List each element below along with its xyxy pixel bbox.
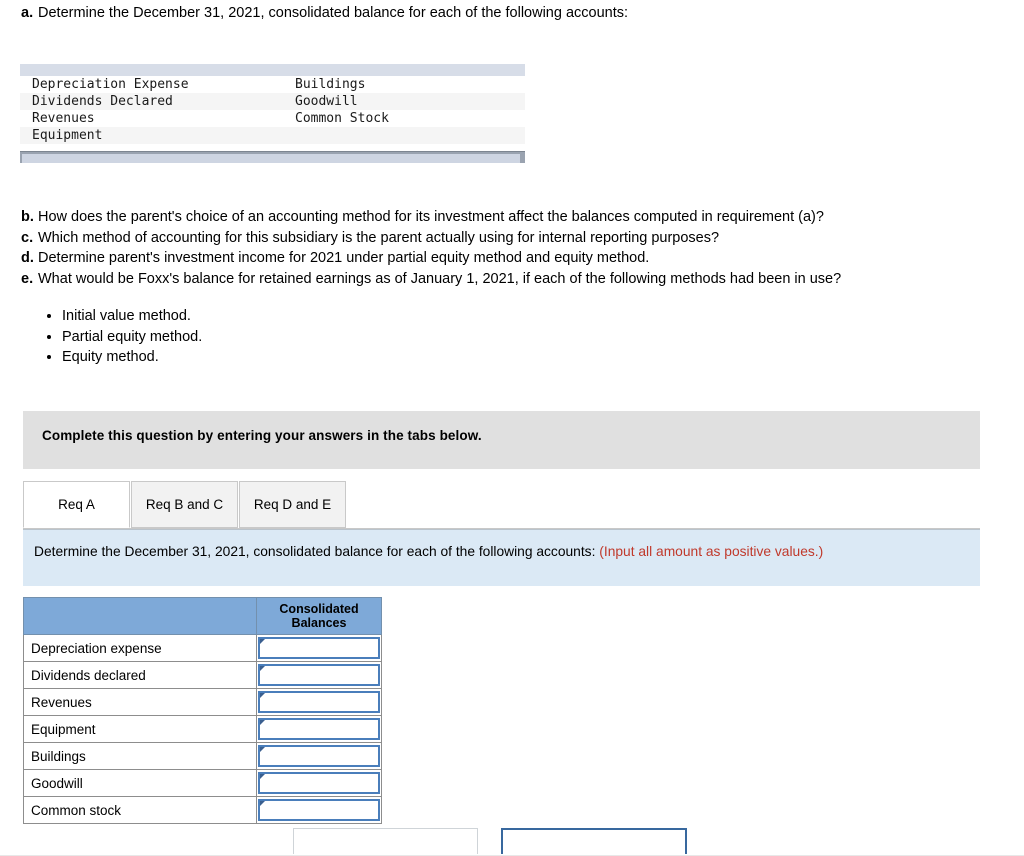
- amount-input-goodwill[interactable]: [258, 772, 380, 794]
- table-row: Revenues: [23, 688, 382, 716]
- account-name-col2: Goodwill: [295, 94, 358, 109]
- table-row: Depreciation expense: [23, 634, 382, 662]
- cell-marker-icon: [260, 720, 265, 725]
- row-input-cell-depreciation-expense[interactable]: [256, 634, 382, 662]
- cell-marker-icon: [260, 774, 265, 779]
- amount-input-equipment[interactable]: [258, 718, 380, 740]
- table-row: Equipment: [23, 715, 382, 743]
- horizontal-scrollbar[interactable]: [20, 151, 525, 163]
- accounts-table-row: Revenues Common Stock: [20, 110, 525, 127]
- consolidated-balances-table: Consolidated Balances Depreciation expen…: [23, 597, 382, 824]
- tab-req-a[interactable]: Req A: [23, 481, 130, 528]
- list-item: Initial value method.: [62, 306, 202, 327]
- amount-input-buildings[interactable]: [258, 745, 380, 767]
- header-line-2: Balances: [291, 616, 347, 630]
- row-label-dividends-declared: Dividends declared: [23, 661, 257, 689]
- tab-req-b-and-c[interactable]: Req B and C: [131, 481, 238, 528]
- requirement-tabs: Req A Req B and C Req D and E: [23, 481, 980, 529]
- row-input-cell-goodwill[interactable]: [256, 769, 382, 797]
- row-input-cell-buildings[interactable]: [256, 742, 382, 770]
- amount-input-revenues[interactable]: [258, 691, 380, 713]
- requirement-c-line: c. Which method of accounting for this su…: [21, 228, 1016, 249]
- cell-marker-icon: [260, 666, 265, 671]
- row-label-revenues: Revenues: [23, 688, 257, 716]
- complete-question-banner: Complete this question by entering your …: [23, 411, 980, 469]
- table-row: Buildings: [23, 742, 382, 770]
- row-input-cell-revenues[interactable]: [256, 688, 382, 716]
- list-item: Partial equity method.: [62, 327, 202, 348]
- accounts-table-header-bar: [20, 64, 525, 76]
- account-name-col1: Depreciation Expense: [32, 77, 189, 92]
- table-header-row: Consolidated Balances: [23, 597, 382, 635]
- table-header: Consolidated Balances: [23, 597, 382, 635]
- row-label-equipment: Equipment: [23, 715, 257, 743]
- requirement-e-line: e. What would be Foxx's balance for retai…: [21, 269, 1016, 290]
- table-row: Common stock: [23, 796, 382, 824]
- row-input-cell-equipment[interactable]: [256, 715, 382, 743]
- header-line-1: Consolidated: [279, 602, 359, 616]
- requirement-d-line: d. Determine parent's investment income f…: [21, 248, 1016, 269]
- table-body: Depreciation expense Dividends declared …: [23, 634, 382, 824]
- header-consolidated-balances: Consolidated Balances: [256, 597, 382, 635]
- complete-question-banner-text: Complete this question by entering your …: [42, 428, 482, 443]
- row-label-depreciation-expense: Depreciation expense: [23, 634, 257, 662]
- row-label-buildings: Buildings: [23, 742, 257, 770]
- account-name-col2: Buildings: [295, 77, 366, 92]
- methods-bullet-list: Initial value method. Partial equity met…: [44, 306, 202, 368]
- account-name-col2: Common Stock: [295, 111, 389, 126]
- scrollbar-thumb[interactable]: [22, 154, 520, 163]
- row-label-common-stock: Common stock: [23, 796, 257, 824]
- requirement-b-line: b. How does the parent's choice of an acc…: [21, 207, 1016, 228]
- tab-req-d-and-e[interactable]: Req D and E: [239, 481, 346, 528]
- requirement-c-letter: c.: [21, 229, 34, 246]
- cell-marker-icon: [260, 747, 265, 752]
- cell-marker-icon: [260, 693, 265, 698]
- account-name-col1: Equipment: [32, 128, 103, 143]
- tab-instruction-main: Determine the December 31, 2021, consoli…: [34, 544, 596, 559]
- accounts-table-row: Dividends Declared Goodwill: [20, 93, 525, 110]
- amount-input-depreciation-expense[interactable]: [258, 637, 380, 659]
- requirement-e-text: What would be Foxx's balance for retaine…: [38, 270, 842, 287]
- row-input-cell-common-stock[interactable]: [256, 796, 382, 824]
- amount-input-common-stock[interactable]: [258, 799, 380, 821]
- accounts-table-row: Depreciation Expense Buildings: [20, 76, 525, 93]
- requirement-b-letter: b.: [21, 209, 34, 225]
- previous-button-partial[interactable]: [293, 828, 478, 854]
- requirement-a-letter: a.: [21, 5, 34, 21]
- list-item: Equity method.: [62, 347, 202, 368]
- accounts-table-row: Equipment: [20, 127, 525, 144]
- requirement-a-text: Determine the December 31, 2021, consoli…: [38, 5, 629, 21]
- requirement-c-text: Which method of accounting for this subs…: [38, 229, 720, 246]
- header-blank-cell: [23, 597, 257, 635]
- account-name-col1: Revenues: [32, 111, 95, 126]
- amount-input-dividends-declared[interactable]: [258, 664, 380, 686]
- table-row: Goodwill: [23, 769, 382, 797]
- requirement-d-letter: d.: [21, 250, 34, 266]
- requirement-b-text: How does the parent's choice of an accou…: [38, 209, 824, 225]
- question-page: a. Determine the December 31, 2021, conso…: [0, 0, 1024, 856]
- tab-instruction-text: Determine the December 31, 2021, consoli…: [34, 542, 954, 562]
- table-row: Dividends declared: [23, 661, 382, 689]
- requirement-d-text: Determine parent's investment income for…: [38, 250, 650, 266]
- next-button-partial[interactable]: [501, 828, 687, 854]
- tab-instruction-note: (Input all amount as positive values.): [599, 544, 824, 559]
- tab-instruction-area: Determine the December 31, 2021, consoli…: [23, 529, 980, 586]
- cell-marker-icon: [260, 639, 265, 644]
- requirements-list: b. How does the parent's choice of an acc…: [21, 207, 1016, 289]
- row-input-cell-dividends-declared[interactable]: [256, 661, 382, 689]
- account-name-col1: Dividends Declared: [32, 94, 173, 109]
- accounts-listing-table: Depreciation Expense Buildings Dividends…: [20, 64, 525, 163]
- row-label-goodwill: Goodwill: [23, 769, 257, 797]
- requirement-e-letter: e.: [21, 270, 34, 287]
- requirement-a-line: a. Determine the December 31, 2021, conso…: [21, 4, 981, 23]
- cell-marker-icon: [260, 801, 265, 806]
